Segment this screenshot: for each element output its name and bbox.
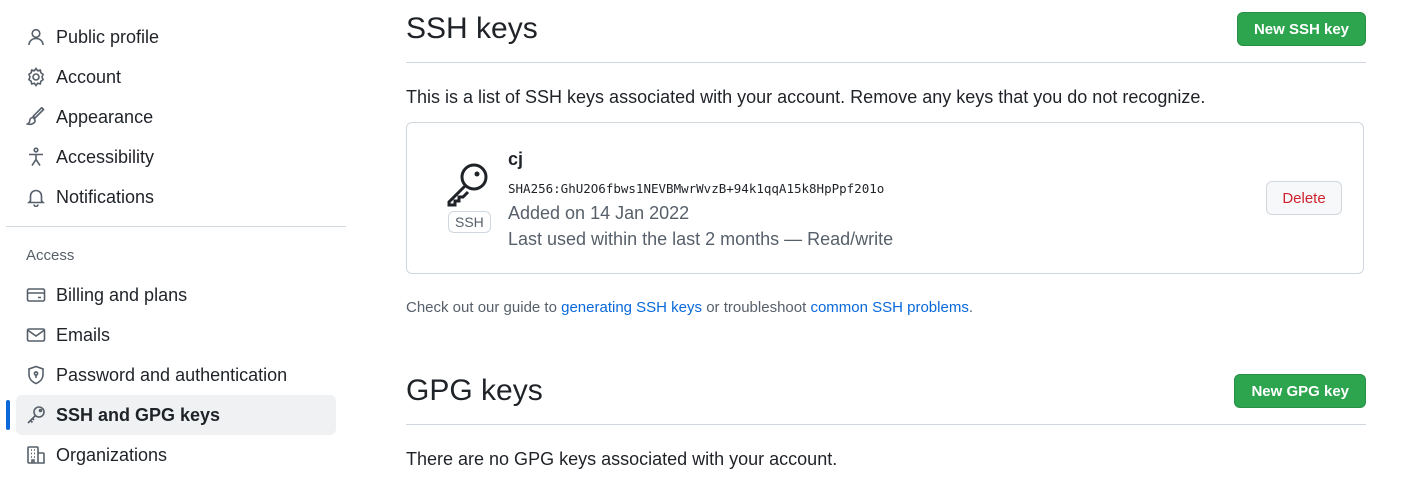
new-ssh-key-button[interactable]: New SSH key [1236, 12, 1366, 46]
guide-middle: or troubleshoot [702, 299, 811, 316]
sidebar-item-accessibility[interactable]: Accessibility [16, 137, 336, 177]
credit-card-icon [25, 284, 47, 306]
guide-suffix: . [968, 299, 973, 316]
accessibility-icon [25, 146, 47, 168]
ssh-guide-text: Check out our guide to generating SSH ke… [406, 299, 973, 316]
sidebar-divider [6, 226, 346, 227]
ssh-key-item: SSH cj SHA256:GhU2O6fbws1NEVBMwrWvzB+94k… [406, 122, 1364, 274]
bell-icon [25, 186, 47, 208]
sidebar-section-label: Access [26, 247, 75, 264]
sidebar-item-notifications[interactable]: Notifications [16, 177, 336, 217]
gpg-keys-heading: GPG keys [406, 374, 543, 407]
key-icon [25, 404, 47, 426]
sidebar-item-label: Public profile [56, 26, 160, 47]
gpg-empty-text: There are no GPG keys associated with yo… [406, 449, 838, 469]
mail-icon [25, 324, 47, 346]
key-last-used: Last used within the last 2 months — Rea… [508, 229, 894, 249]
sidebar-item-label: Billing and plans [56, 284, 188, 305]
sidebar-item-organizations[interactable]: Organizations [16, 435, 336, 475]
guide-prefix: Check out our guide to [406, 299, 562, 316]
ssh-badge: SSH [448, 211, 491, 233]
ssh-description: This is a list of SSH keys associated wi… [406, 87, 1206, 107]
sidebar-item-label: Appearance [56, 106, 154, 127]
sidebar-item-label: SSH and GPG keys [56, 404, 221, 425]
key-added-date: Added on 14 Jan 2022 [508, 203, 690, 223]
sidebar-item-appearance[interactable]: Appearance [16, 97, 336, 137]
generating-ssh-keys-link[interactable]: generating SSH keys [561, 299, 702, 316]
shield-lock-icon [25, 364, 47, 386]
organization-icon [25, 444, 47, 466]
key-fingerprint: SHA256:GhU2O6fbws1NEVBMwrWvzB+94k1qqA15k… [508, 181, 885, 196]
sidebar-item-label: Notifications [56, 186, 155, 207]
sidebar-item-emails[interactable]: Emails [16, 315, 336, 355]
ssh-divider [406, 62, 1366, 63]
key-icon [447, 163, 488, 207]
gpg-divider [406, 424, 1366, 425]
gear-icon [25, 66, 47, 88]
common-ssh-problems-link[interactable]: common SSH problems [810, 299, 968, 316]
active-indicator [6, 400, 10, 430]
sidebar-item-label: Organizations [56, 444, 168, 465]
sidebar-item-label: Password and authentication [56, 364, 288, 385]
sidebar-item-ssh-gpg-keys[interactable]: SSH and GPG keys [16, 395, 336, 435]
sidebar-item-billing[interactable]: Billing and plans [16, 275, 336, 315]
sidebar-item-account[interactable]: Account [16, 57, 336, 97]
delete-key-button[interactable]: Delete [1266, 181, 1342, 215]
sidebar-item-label: Account [56, 66, 122, 87]
sidebar-item-public-profile[interactable]: Public profile [16, 17, 336, 57]
new-gpg-key-button[interactable]: New GPG key [1234, 374, 1366, 408]
ssh-keys-heading: SSH keys [406, 12, 538, 45]
sidebar-item-password[interactable]: Password and authentication [16, 355, 336, 395]
paintbrush-icon [25, 106, 47, 128]
key-title: cj [508, 149, 524, 169]
settings-sidebar: Public profile Account Appearance Access… [0, 0, 350, 479]
sidebar-item-label: Emails [56, 324, 111, 345]
person-icon [25, 26, 47, 48]
sidebar-item-label: Accessibility [56, 146, 155, 167]
